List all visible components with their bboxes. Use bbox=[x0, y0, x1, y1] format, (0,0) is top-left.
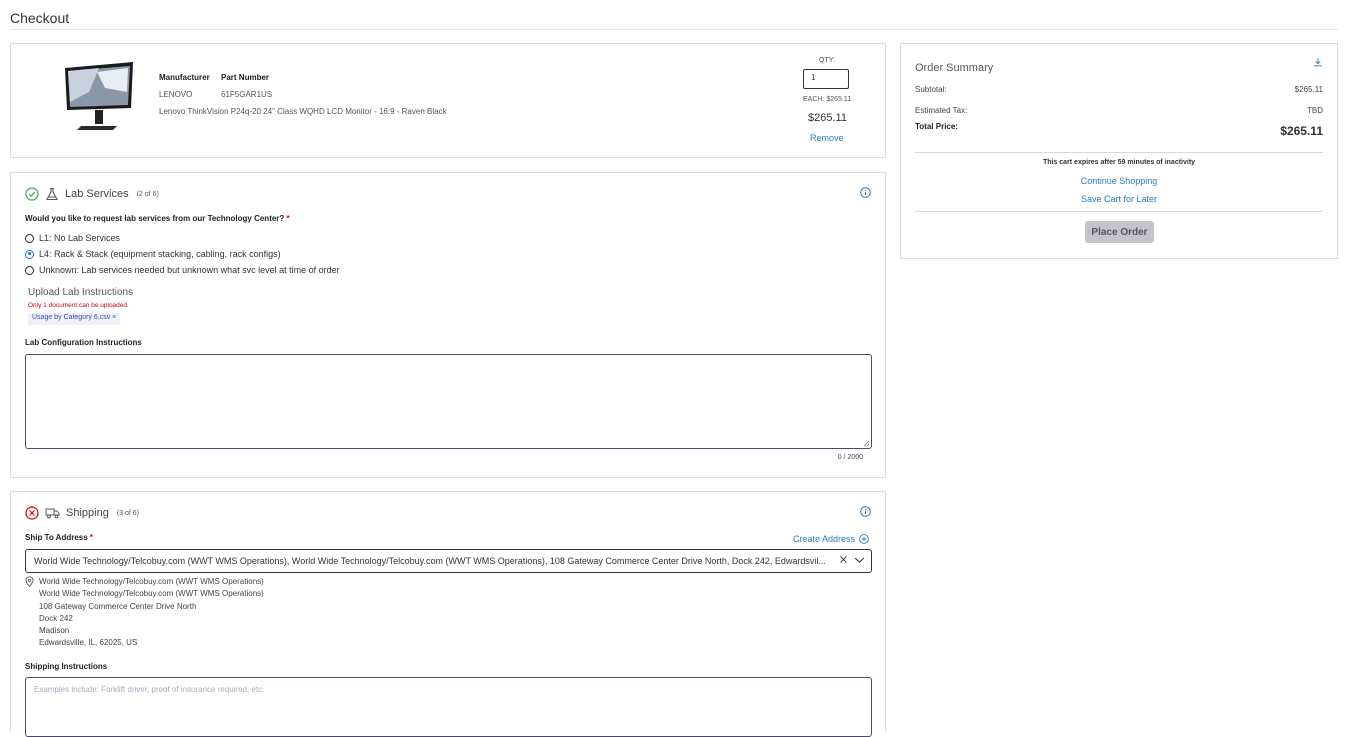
shipping-step: (3 of 6) bbox=[116, 509, 140, 517]
shipping-title: Shipping bbox=[66, 507, 109, 519]
manufacturer-header: Manufacturer bbox=[159, 73, 210, 82]
location-pin-icon bbox=[25, 576, 34, 587]
shipping-section: Shipping (3 of 6) Ship To Address * Crea… bbox=[10, 491, 886, 737]
each-price: EACH: $265.11 bbox=[803, 96, 852, 103]
subtotal-value: $265.11 bbox=[1294, 85, 1323, 94]
clear-icon[interactable] bbox=[839, 555, 848, 564]
radio-label: L4: Rack & Stack (equipment stacking, ca… bbox=[39, 249, 281, 259]
truck-icon bbox=[45, 508, 60, 519]
lab-config-textarea[interactable] bbox=[25, 354, 872, 449]
continue-shopping-link[interactable]: Continue Shopping bbox=[901, 176, 1337, 186]
char-counter: 0 / 2000 bbox=[837, 454, 863, 461]
product-description: Lenovo ThinkVision P24q-20 24" Class WQH… bbox=[159, 107, 447, 116]
ship-to-label: Ship To Address * bbox=[25, 533, 93, 542]
plus-circle-icon bbox=[859, 534, 869, 544]
total-label: Total Price: bbox=[915, 122, 958, 131]
selected-address-value: World Wide Technology/Telcobuy.com (WWT … bbox=[34, 556, 826, 566]
address-line: 108 Gateway Commerce Center Drive North bbox=[39, 601, 197, 611]
lab-config-label: Lab Configuration Instructions bbox=[25, 338, 142, 347]
question-text: Would you like to request lab services f… bbox=[25, 214, 285, 223]
download-icon[interactable] bbox=[1313, 57, 1323, 67]
subtotal-row: Subtotal: $265.11 bbox=[915, 85, 1323, 94]
subtotal-label: Subtotal: bbox=[915, 85, 947, 94]
page-title: Checkout bbox=[10, 10, 70, 26]
part-number-header: Part Number bbox=[221, 73, 270, 82]
required-asterisk: * bbox=[89, 533, 94, 542]
shipping-header: Shipping (3 of 6) bbox=[25, 506, 139, 520]
address-line: Edwardsville, IL, 62025, US bbox=[39, 638, 138, 648]
create-address-text: Create Address bbox=[792, 534, 855, 544]
qty-label: QTY: bbox=[819, 57, 835, 64]
total-row: Total Price: $265.11 bbox=[915, 122, 1323, 138]
save-cart-link[interactable]: Save Cart for Later bbox=[901, 194, 1337, 204]
place-order-button[interactable]: Place Order bbox=[1085, 221, 1154, 243]
tax-row: Estimated Tax: TBD bbox=[915, 106, 1323, 115]
total-value: $265.11 bbox=[1280, 124, 1323, 138]
cart-item-card: Manufacturer Part Number LENOVO 61F5GAR1… bbox=[10, 43, 886, 158]
shipping-instructions-label: Shipping Instructions bbox=[25, 662, 108, 671]
lab-services-header: Lab Services (2 of 6) bbox=[25, 187, 159, 201]
address-line: World Wide Technology/Telcobuy.com (WWT … bbox=[39, 589, 264, 599]
ship-to-text: Ship To Address bbox=[25, 533, 88, 542]
radio-label: L1: No Lab Services bbox=[39, 233, 121, 243]
lab-services-step: (2 of 6) bbox=[136, 190, 159, 198]
required-asterisk: * bbox=[286, 214, 290, 223]
summary-divider bbox=[915, 152, 1323, 153]
cart-expiry-notice: This cart expires after 59 minutes of in… bbox=[1042, 159, 1196, 166]
radio-option-unknown[interactable]: Unknown: Lab services needed but unknown… bbox=[25, 265, 340, 275]
radio-option-l1[interactable]: L1: No Lab Services bbox=[25, 233, 120, 243]
upload-lab-instructions-link[interactable]: Upload Lab Instructions bbox=[28, 287, 133, 298]
title-divider bbox=[10, 29, 1338, 30]
manufacturer-value: LENOVO bbox=[159, 90, 193, 99]
chevron-down-icon[interactable] bbox=[854, 556, 865, 564]
radio-button[interactable] bbox=[25, 265, 34, 275]
info-icon[interactable] bbox=[860, 187, 871, 198]
tax-label: Estimated Tax: bbox=[915, 106, 968, 115]
uploaded-file-chip[interactable]: Usage by Category 6.csv × bbox=[28, 313, 121, 325]
info-icon[interactable] bbox=[860, 506, 871, 517]
ship-to-address-select[interactable]: World Wide Technology/Telcobuy.com (WWT … bbox=[25, 549, 872, 573]
error-circle-icon bbox=[25, 506, 39, 520]
shipping-instructions-textarea[interactable]: Examples include: Forklift driver, proof… bbox=[25, 677, 872, 737]
resize-handle-icon[interactable] bbox=[863, 440, 870, 447]
remove-item-link[interactable]: Remove bbox=[810, 133, 844, 143]
part-number-value: 61F5GAR1US bbox=[221, 90, 273, 99]
address-line: Dock 242 bbox=[39, 613, 73, 623]
create-address-link[interactable]: Create Address bbox=[793, 534, 869, 544]
upload-error-message: Only 1 document can be uploaded. bbox=[28, 302, 129, 309]
address-line: Madison bbox=[39, 626, 70, 636]
flask-icon bbox=[46, 187, 58, 201]
summary-divider bbox=[915, 211, 1323, 212]
tax-value: TBD bbox=[1307, 106, 1323, 115]
order-summary-title: Order Summary bbox=[915, 62, 994, 74]
lab-services-title: Lab Services bbox=[65, 188, 129, 200]
monitor-product-image bbox=[65, 62, 133, 130]
lab-services-question: Would you like to request lab services f… bbox=[25, 214, 290, 223]
radio-button[interactable] bbox=[25, 233, 34, 243]
check-circle-icon bbox=[25, 187, 39, 201]
line-total-price: $265.11 bbox=[808, 112, 847, 124]
radio-option-l4[interactable]: L4: Rack & Stack (equipment stacking, ca… bbox=[25, 249, 281, 259]
quantity-input[interactable]: 1 bbox=[803, 69, 849, 89]
lab-services-section: Lab Services (2 of 6) Would you like to … bbox=[10, 172, 886, 478]
select-controls bbox=[835, 555, 865, 564]
address-details: World Wide Technology/Telcobuy.com (WWT … bbox=[39, 576, 264, 650]
address-line: World Wide Technology/Telcobuy.com (WWT … bbox=[39, 577, 264, 586]
radio-label: Unknown: Lab services needed but unknown… bbox=[39, 265, 340, 275]
order-summary-panel: Order Summary Subtotal: $265.11 Estimate… bbox=[900, 43, 1338, 259]
radio-button-selected[interactable] bbox=[25, 249, 34, 259]
